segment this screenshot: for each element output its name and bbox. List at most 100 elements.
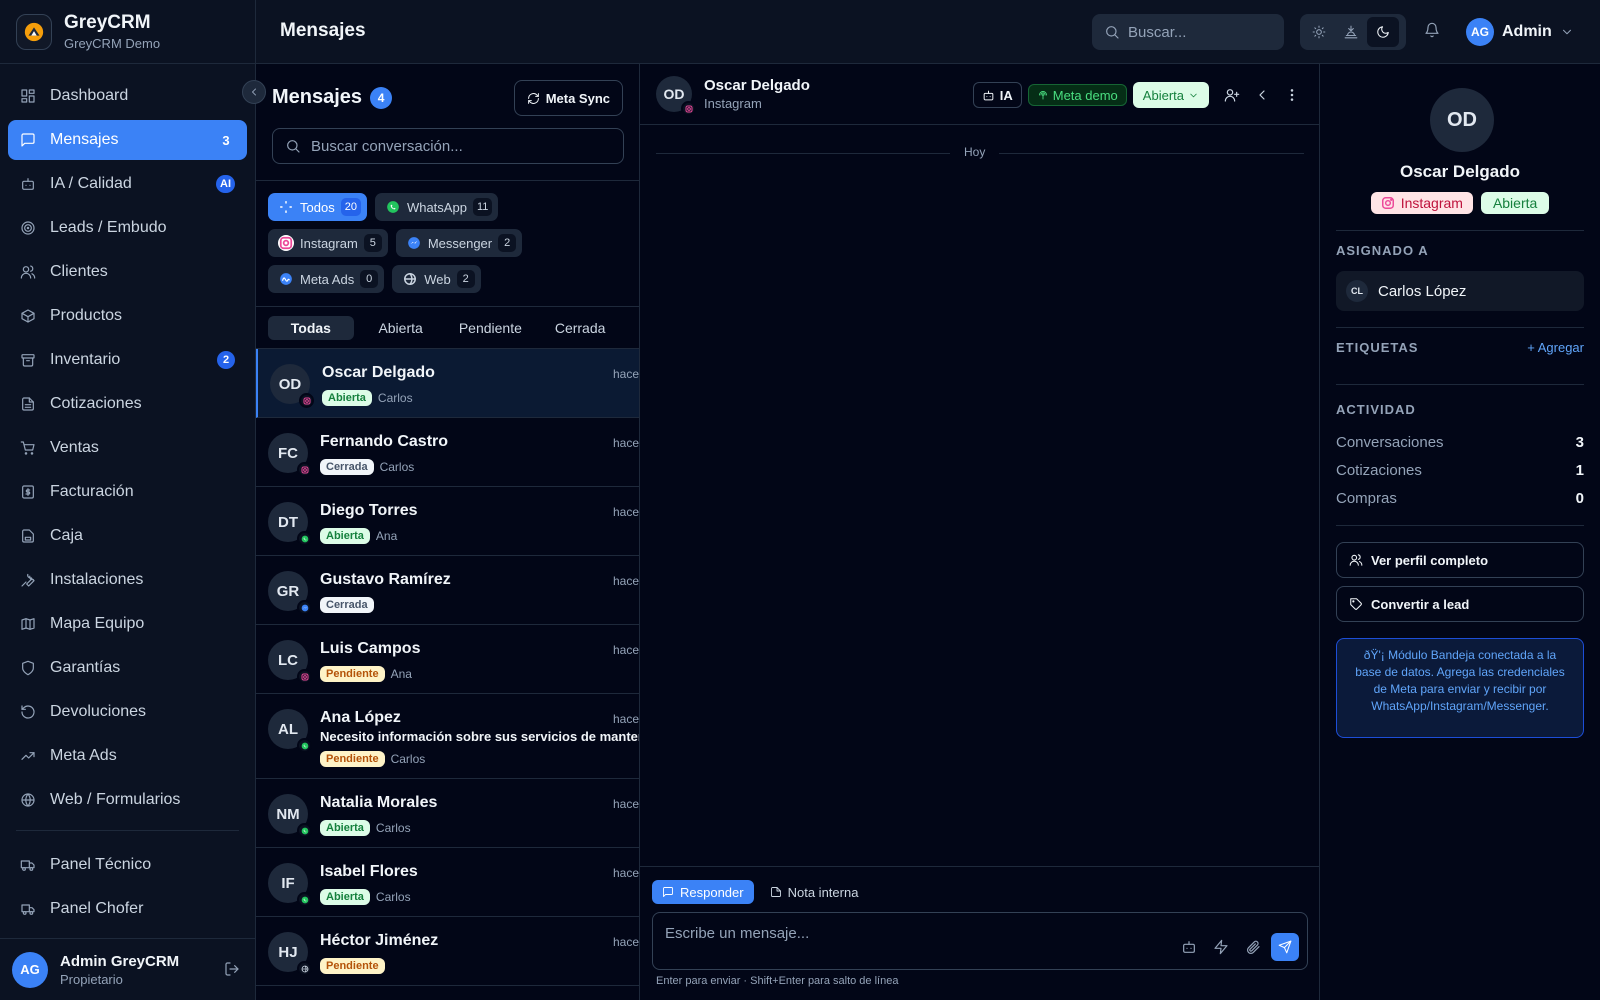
brand-logo-icon — [16, 13, 52, 50]
status-badge: Abierta — [322, 390, 372, 406]
status-tab-pendiente[interactable]: Pendiente — [448, 316, 534, 340]
conversation-item[interactable]: OD Oscar Delgado hace Abierta Carlos — [256, 349, 639, 418]
conversation-time: hace — [612, 643, 639, 657]
status-dropdown[interactable]: Abierta — [1132, 82, 1209, 108]
notifications-button[interactable] — [1424, 22, 1440, 38]
send-button[interactable] — [1271, 933, 1299, 961]
day-label: Hoy — [950, 145, 1000, 159]
sidebar-item-ventas[interactable]: Ventas — [8, 428, 247, 468]
sidebar-item-inventario[interactable]: Inventario 2 — [8, 340, 247, 380]
channel-filter-instagram[interactable]: Instagram 5 — [268, 229, 388, 257]
assign-user-button[interactable] — [1217, 80, 1247, 110]
channel-filter-count: 5 — [363, 234, 382, 252]
brand-subtitle: GreyCRM Demo — [64, 36, 161, 51]
conversation-time: hace — [612, 866, 639, 880]
sunset-theme-button[interactable] — [1335, 17, 1367, 47]
moon-icon — [1377, 26, 1389, 38]
sidebar-item-mapa-equipo[interactable]: Mapa Equipo — [8, 604, 247, 644]
avatar: OD — [270, 364, 314, 408]
conversation-item[interactable]: IF Isabel Flores hace Abierta Carlos — [256, 848, 639, 917]
bot-icon — [983, 90, 994, 100]
instagram-icon — [297, 462, 312, 477]
conversation-time: hace — [612, 574, 639, 588]
conversation-item[interactable]: LC Luis Campos hace Pendiente Ana — [256, 625, 639, 694]
sidebar-item-cotizaciones[interactable]: Cotizaciones — [8, 384, 247, 424]
collapse-details-button[interactable] — [1247, 80, 1277, 110]
ai-button[interactable]: IA — [972, 82, 1022, 108]
status-badge: Abierta — [320, 528, 370, 544]
assignee-select[interactable]: CL Carlos López — [1336, 271, 1584, 311]
channel-filter-meta-ads[interactable]: Meta Ads 0 — [268, 265, 385, 293]
conversation-item[interactable]: AL Ana López hace Necesito información sobr… — [256, 694, 639, 779]
sidebar-collapse-button[interactable] — [242, 80, 266, 104]
channel-filter-label: WhatsApp — [406, 199, 467, 215]
convert-lead-button[interactable]: Convertir a lead — [1336, 586, 1584, 622]
conversation-agent: Carlos — [375, 890, 411, 904]
messenger-icon — [297, 600, 312, 615]
sidebar-item-leads-embudo[interactable]: Leads / Embudo — [8, 208, 247, 248]
sidebar-item-panel-chofer[interactable]: Panel Chofer — [8, 889, 247, 929]
sidebar-item-meta-ads[interactable]: Meta Ads — [8, 736, 247, 776]
instagram-icon — [299, 393, 314, 408]
sidebar-item-ia-calidad[interactable]: IA / Calidad AI — [8, 164, 247, 204]
sidebar-item-caja[interactable]: Caja — [8, 516, 247, 556]
sidebar-user[interactable]: AG Admin GreyCRM Propietario — [0, 938, 256, 1000]
sidebar-item-garanti-as[interactable]: Garantías — [8, 648, 247, 688]
logout-button[interactable] — [224, 961, 240, 977]
sidebar-item-mensajes[interactable]: Mensajes 3 — [8, 120, 247, 160]
status-tab-todas[interactable]: Todas — [268, 315, 354, 340]
user-plus-icon — [1224, 89, 1240, 102]
conversation-item[interactable]: NM Natalia Morales hace Abierta Carlos — [256, 779, 639, 848]
light-theme-button[interactable] — [1303, 17, 1335, 47]
meta-icon — [278, 271, 294, 287]
stat-value: 1 — [1575, 462, 1584, 479]
sidebar-item-web-formularios[interactable]: Web / Formularios — [8, 780, 247, 820]
status-tab-abierta[interactable]: Abierta — [358, 316, 444, 340]
conversation-item[interactable]: HJ Héctor Jiménez hace Pendiente — [256, 917, 639, 986]
sidebar-item-panel-te-cnico[interactable]: Panel Técnico — [8, 845, 247, 885]
conversation-item[interactable]: FC Fernando Castro hace Cerrada Carlos — [256, 418, 639, 487]
instagram-icon — [278, 235, 294, 251]
reply-tab[interactable]: Responder — [652, 880, 754, 904]
conversation-initials: IF — [281, 874, 295, 892]
conversation-item[interactable]: GR Gustavo Ramírez hace Cerrada — [256, 556, 639, 625]
global-search[interactable] — [1092, 14, 1284, 50]
channel-filter-count: 20 — [340, 198, 361, 216]
channel-filter-web[interactable]: Web 2 — [392, 265, 481, 293]
conversation-search[interactable] — [272, 128, 624, 164]
status-tab-cerrada[interactable]: Cerrada — [537, 316, 623, 340]
sidebar-item-instalaciones[interactable]: Instalaciones — [8, 560, 247, 600]
attach-button[interactable] — [1237, 933, 1269, 961]
sidebar-item-clientes[interactable]: Clientes — [8, 252, 247, 292]
add-tag-link[interactable]: + Agregar — [1527, 340, 1584, 355]
divider — [16, 830, 239, 831]
meta-sync-button[interactable]: Meta Sync — [513, 80, 623, 116]
avatar: FC — [268, 433, 312, 477]
quick-replies-button[interactable] — [1205, 933, 1237, 961]
sidebar-item-devoluciones[interactable]: Devoluciones — [8, 692, 247, 732]
view-profile-button[interactable]: Ver perfil completo — [1336, 542, 1584, 578]
sidebar-item-label: Mapa Equipo — [50, 615, 145, 632]
channel-filter-todos[interactable]: Todos 20 — [268, 193, 367, 221]
channel-filter-messenger[interactable]: Messenger 2 — [395, 229, 523, 257]
signal-icon — [1038, 91, 1047, 100]
ai-suggest-button[interactable] — [1173, 933, 1205, 961]
brand[interactable]: GreyCRM GreyCRM Demo — [0, 0, 255, 64]
conversation-agent: Ana — [390, 667, 412, 681]
user-role: Propietario — [60, 971, 123, 987]
channel-filter-whatsapp[interactable]: WhatsApp 11 — [374, 193, 499, 221]
conversation-search-input[interactable] — [311, 137, 611, 155]
sidebar-item-productos[interactable]: Productos — [8, 296, 247, 336]
more-options-button[interactable] — [1277, 80, 1307, 110]
stat-row: Cotizaciones 1 — [1336, 462, 1584, 479]
internal-note-tab[interactable]: Nota interna — [760, 880, 869, 904]
user-menu[interactable]: AG Admin — [1466, 18, 1574, 46]
dark-theme-button[interactable] — [1367, 17, 1399, 47]
sidebar-item-dashboard[interactable]: Dashboard — [8, 76, 247, 116]
global-search-input[interactable] — [1128, 23, 1268, 41]
meta-demo-badge[interactable]: Meta demo — [1027, 84, 1127, 106]
sidebar-item-facturacio-n[interactable]: Facturación — [8, 472, 247, 512]
message-input[interactable] — [665, 925, 1165, 949]
status-dropdown-label: Abierta — [1142, 87, 1184, 103]
conversation-item[interactable]: DT Diego Torres hace Abierta Ana — [256, 487, 639, 556]
